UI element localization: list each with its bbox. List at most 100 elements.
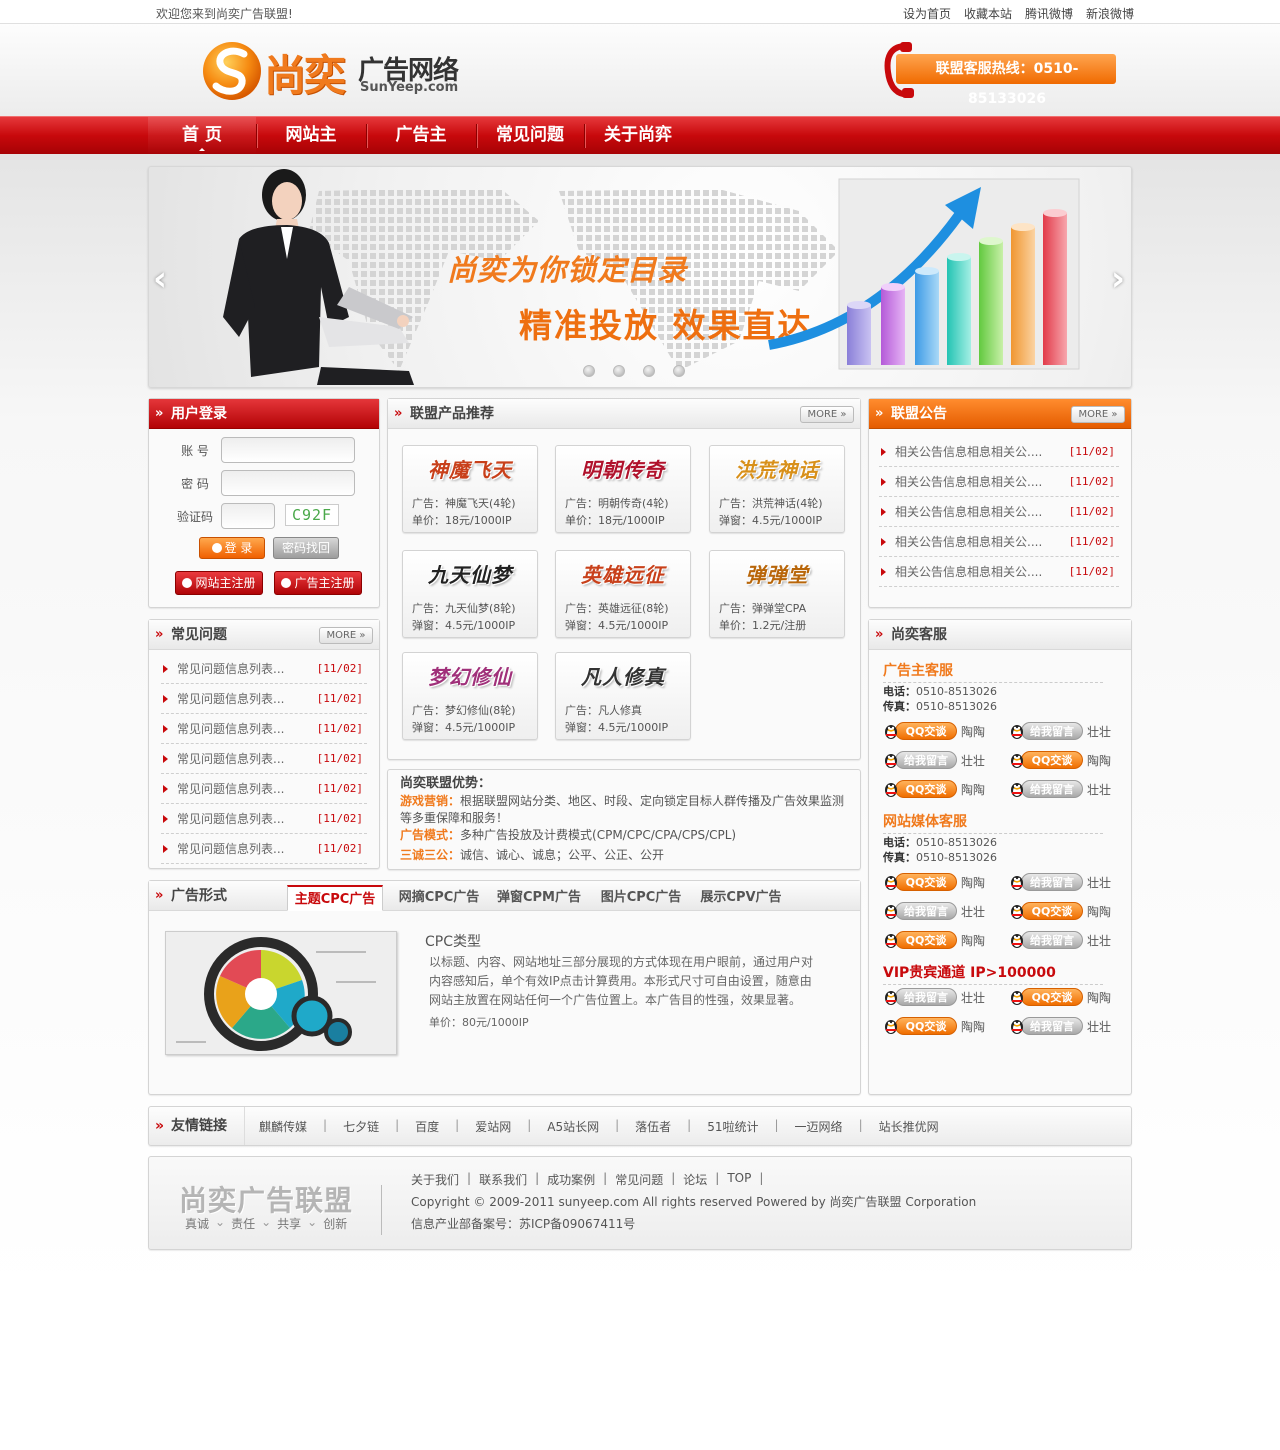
list-item-date: [11/02] (1068, 505, 1115, 518)
nav-publisher[interactable]: 网站主 (256, 117, 366, 155)
banner-prev-arrow[interactable]: ‹ (153, 259, 167, 299)
list-item[interactable]: 相关公告信息相息相关公.... [11/02] (879, 497, 1119, 527)
product-card[interactable]: 明朝传奇 广告：明朝传奇(4轮) 单价：18元/1000IP (555, 445, 691, 533)
agent-name: 陶陶 (961, 782, 986, 797)
product-card[interactable]: 英雄远征 广告：英雄远征(8轮) 弹窗：4.5元/1000IP (555, 550, 691, 638)
account-input[interactable] (221, 437, 355, 463)
qq-chat-button[interactable]: QQ交谈 陶陶 (883, 720, 985, 742)
footer-link[interactable]: 成功案例 (547, 1171, 595, 1188)
footer-link[interactable]: TOP (727, 1171, 751, 1188)
link-separator: | (455, 1118, 460, 1132)
product-card[interactable]: 九天仙梦 广告：九天仙梦(8轮) 弹窗：4.5元/1000IP (402, 550, 538, 638)
password-input[interactable] (221, 470, 355, 496)
qq-chat-button[interactable]: QQ交谈 陶陶 (1009, 749, 1111, 771)
list-item[interactable]: 相关公告信息相息相关公.... [11/02] (879, 527, 1119, 557)
friend-link[interactable]: 站长推优网 (879, 1118, 955, 1135)
qq-chat-button[interactable]: QQ交谈 陶陶 (883, 778, 985, 800)
businesswoman-illustration (223, 169, 414, 385)
friend-link[interactable]: A5站长网 (547, 1118, 615, 1135)
bookmark-link[interactable]: 收藏本站 (964, 5, 1012, 22)
product-card[interactable]: 洪荒神话 广告：洪荒神话(4轮) 弹窗：4.5元/1000IP (709, 445, 845, 533)
faq-more-button[interactable]: MORE » (319, 627, 373, 644)
list-item[interactable]: 常见问题信息列表... [11/02] (161, 654, 367, 684)
friend-link[interactable]: 落伍者 (635, 1118, 687, 1135)
leave-message-button[interactable]: 给我留言 壮壮 (883, 986, 985, 1008)
tab-popup-cpm[interactable]: 弹窗CPM广告 (491, 885, 587, 911)
footer-link[interactable]: 联系我们 (479, 1171, 527, 1188)
notice-panel: » 联盟公告 MORE » 相关公告信息相息相关公.... [11/02] 相关公告信… (868, 398, 1132, 608)
product-card[interactable]: 弹弹堂 广告：弹弹堂CPA 单价：1.2元/注册 (709, 550, 845, 638)
friend-link[interactable]: 七夕链 (343, 1118, 395, 1135)
register-publisher-button[interactable]: 网站主注册 (175, 571, 263, 595)
list-item[interactable]: 常见问题信息列表... [11/02] (161, 684, 367, 714)
carousel-dot-2[interactable] (613, 365, 625, 377)
products-more-button[interactable]: MORE » (800, 406, 854, 423)
ad-forms-title: 广告形式 (171, 888, 227, 904)
banner-carousel[interactable]: 尚奕为你锁定目录 精准投放 效果直达 ‹ › (148, 166, 1132, 388)
qq-chat-button[interactable]: QQ交谈 陶陶 (883, 1015, 985, 1037)
nav-faq[interactable]: 常见问题 (476, 117, 584, 155)
friend-link[interactable]: 麒麟传媒 (259, 1118, 323, 1135)
list-item[interactable]: 相关公告信息相息相关公.... [11/02] (879, 557, 1119, 587)
product-card[interactable]: 凡人修真 广告：凡人修真 弹窗：4.5元/1000IP (555, 652, 691, 740)
friend-link[interactable]: 爱站网 (475, 1118, 527, 1135)
banner-next-arrow[interactable]: › (1111, 259, 1125, 299)
list-item[interactable]: 常见问题信息列表... [11/02] (161, 804, 367, 834)
tab-display-cpv[interactable]: 展示CPV广告 (693, 885, 789, 911)
list-item-date: [11/02] (316, 722, 363, 735)
list-item[interactable]: 常见问题信息列表... [11/02] (161, 834, 367, 864)
footer-link[interactable]: 关于我们 (411, 1171, 459, 1188)
leave-message-button[interactable]: 给我留言 壮壮 (1009, 929, 1111, 951)
tab-image-cpc[interactable]: 图片CPC广告 (593, 885, 689, 911)
nav-about[interactable]: 关于尚弈 (584, 117, 692, 155)
qq-chat-button[interactable]: QQ交谈 陶陶 (1009, 986, 1111, 1008)
leave-message-button[interactable]: 给我留言 壮壮 (1009, 778, 1111, 800)
tencent-weibo-link[interactable]: 腾讯微博 (1025, 5, 1073, 22)
sina-weibo-link[interactable]: 新浪微博 (1086, 5, 1134, 22)
leave-message-button[interactable]: 给我留言 壮壮 (1009, 1015, 1111, 1037)
register-advertiser-button[interactable]: 广告主注册 (274, 571, 362, 595)
site-logo[interactable]: 尚奕 广告网络 SunYeep.com (202, 40, 472, 102)
captcha-image[interactable]: C92F (285, 504, 339, 526)
phone-label: 电话： (883, 836, 916, 849)
product-card[interactable]: 梦幻修仙 广告：梦幻修仙(8轮) 弹窗：4.5元/1000IP (402, 652, 538, 740)
list-item[interactable]: 常见问题信息列表... [11/02] (161, 714, 367, 744)
double-chevron-icon: » (155, 1118, 165, 1134)
product-ad-text: 广告：凡人修真 (565, 704, 642, 717)
friend-link[interactable]: 51啦统计 (707, 1118, 774, 1135)
leave-message-button[interactable]: 给我留言 壮壮 (883, 900, 985, 922)
friend-link[interactable]: 百度 (415, 1118, 455, 1135)
carousel-dot-1[interactable] (583, 365, 595, 377)
leave-message-button[interactable]: 给我留言 壮壮 (1009, 720, 1111, 742)
leave-message-button[interactable]: 给我留言 壮壮 (883, 749, 985, 771)
list-item-text: 常见问题信息列表... (177, 662, 285, 676)
tab-topic-cpc[interactable]: 主题CPC广告 (287, 885, 383, 911)
nav-advertiser[interactable]: 广告主 (366, 117, 476, 155)
link-separator: | (687, 1118, 692, 1132)
qq-chat-button[interactable]: QQ交谈 陶陶 (1009, 900, 1111, 922)
qq-penguin-icon (885, 991, 897, 1005)
set-homepage-link[interactable]: 设为首页 (903, 5, 951, 22)
login-button[interactable]: 登 录 (199, 537, 265, 559)
product-card[interactable]: 神魔飞天 广告：神魔飞天(4轮) 单价：18元/1000IP (402, 445, 538, 533)
footer-link[interactable]: 常见问题 (615, 1171, 663, 1188)
qq-chat-button[interactable]: QQ交谈 陶陶 (883, 871, 985, 893)
list-item[interactable]: 常见问题信息列表... [11/02] (161, 744, 367, 774)
nav-home[interactable]: 首 页 (148, 117, 256, 155)
friend-link[interactable]: 一迈网络 (795, 1118, 859, 1135)
list-item[interactable]: 相关公告信息相息相关公.... [11/02] (879, 467, 1119, 497)
notice-more-button[interactable]: MORE » (1071, 406, 1125, 423)
top-links: 设为首页 收藏本站 腾讯微博 新浪微博 (903, 5, 1134, 22)
tab-digest-cpc[interactable]: 网摘CPC广告 (391, 885, 487, 911)
advantage-line: 等多重保障和服务！ (400, 810, 848, 827)
carousel-dot-4[interactable] (673, 365, 685, 377)
footer-link[interactable]: 论坛 (683, 1171, 707, 1188)
recover-password-button[interactable]: 密码找回 (273, 537, 339, 559)
list-item[interactable]: 相关公告信息相息相关公.... [11/02] (879, 437, 1119, 467)
leave-message-button[interactable]: 给我留言 壮壮 (1009, 871, 1111, 893)
captcha-input[interactable] (221, 503, 275, 529)
list-item[interactable]: 常见问题信息列表... [11/02] (161, 774, 367, 804)
carousel-dot-3[interactable] (643, 365, 655, 377)
qq-chat-button[interactable]: QQ交谈 陶陶 (883, 929, 985, 951)
list-item-text: 相关公告信息相息相关公.... (895, 565, 1043, 579)
